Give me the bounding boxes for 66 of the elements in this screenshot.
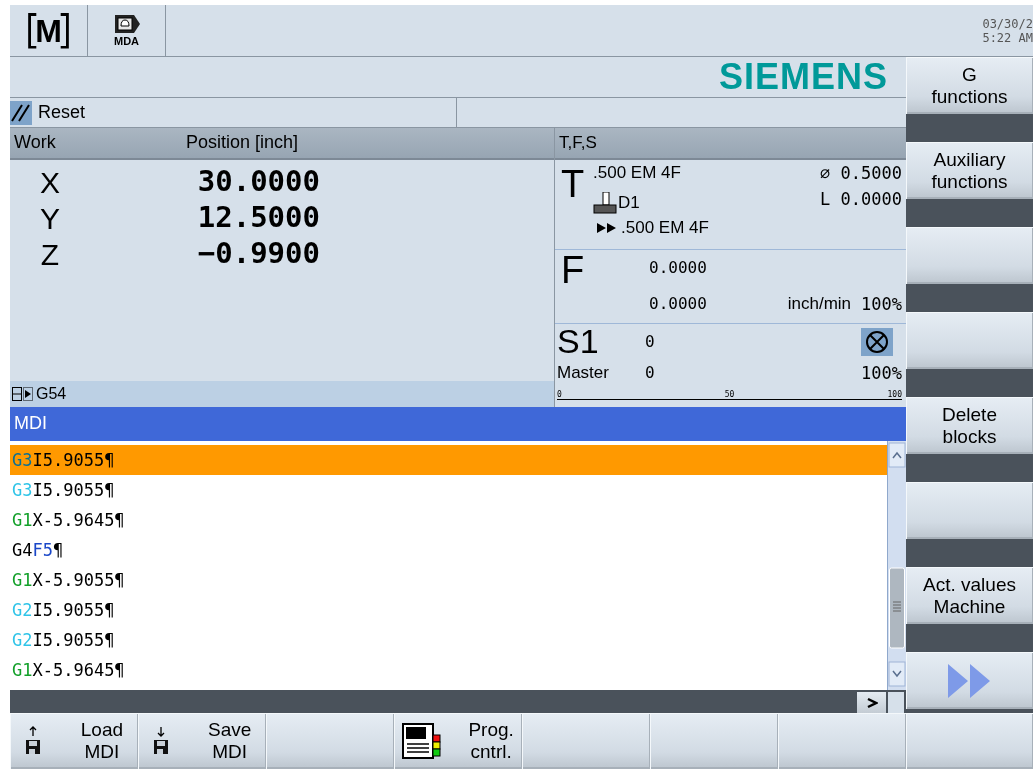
machine-area-button[interactable]: M: [10, 5, 88, 56]
empty-softkey[interactable]: [906, 312, 1033, 369]
scale-label: 0: [557, 390, 562, 399]
load-disk-icon: [24, 726, 41, 756]
softkey[interactable]: Auxiliary functions: [906, 142, 1033, 199]
code-line[interactable]: G4F5¶: [10, 535, 887, 565]
spindle-actual: 0: [645, 364, 656, 382]
next-tool-name: .500 EM 4F: [621, 218, 709, 238]
tool-edge: D1: [618, 193, 640, 213]
softkey[interactable]: Save MDI: [138, 713, 266, 769]
axis-name: Y: [40, 202, 60, 237]
scrollbar[interactable]: [887, 441, 906, 690]
empty-softkey[interactable]: [906, 482, 1033, 539]
work-offset-text: G54: [36, 385, 67, 403]
scroll-right-button[interactable]: [857, 692, 886, 713]
empty-softkey[interactable]: [906, 227, 1033, 284]
feed-letter: F: [561, 250, 586, 292]
code-line[interactable]: G3I5.9055¶: [10, 475, 887, 505]
spindle-override: 100%: [861, 363, 902, 383]
panel-title: T,F,S: [559, 133, 597, 153]
brand-logo: SIEMENS: [718, 56, 888, 98]
axis-position: 30.0000: [197, 166, 320, 200]
feed-unit: inch/min: [787, 294, 853, 314]
spindle-name: S1: [557, 323, 600, 361]
feed-override: 100%: [861, 294, 902, 314]
softkey[interactable]: Act. values Machine: [906, 567, 1033, 624]
softkey[interactable]: G functions: [906, 57, 1033, 114]
tool-letter: T: [561, 164, 586, 206]
tool-length: L 0.0000: [820, 190, 902, 211]
save-disk-icon: [152, 726, 169, 756]
scale-label: 100: [887, 390, 902, 399]
channel-state-text: Reset: [38, 102, 86, 123]
tool-name: .500 EM 4F: [593, 164, 682, 184]
more-softkey[interactable]: [906, 652, 1033, 709]
softkey[interactable]: Prog. cntrl.: [394, 713, 522, 769]
tool-diameter: ⌀ 0.5000: [820, 164, 902, 185]
code-line[interactable]: G1X-5.9645¶: [10, 655, 887, 685]
scale-label: 50: [724, 390, 735, 399]
axis-position: 12.5000: [197, 202, 320, 236]
axis-position: −0.9900: [197, 238, 320, 272]
axis-name: Z: [40, 238, 60, 273]
column-heading: Position [inch]: [186, 133, 299, 153]
spindle-speed: 0: [645, 333, 656, 351]
editor-title: MDI: [14, 414, 47, 434]
feed-setpoint: 0.0000: [649, 259, 708, 277]
softkey[interactable]: Load MDI: [10, 713, 138, 769]
work-offset-icon: [12, 387, 34, 401]
date-text: 03/30/2: [982, 16, 1033, 31]
spindle-role: Master: [557, 363, 610, 383]
axis-name: X: [40, 166, 60, 201]
reset-icon: [10, 100, 32, 125]
code-line[interactable]: G1X-5.9645¶: [10, 505, 887, 535]
panel-title: Work: [14, 133, 57, 153]
tool-edge-icon: [593, 192, 617, 214]
mda-mode-button[interactable]: MDA: [88, 5, 166, 56]
scrollbar-corner: [888, 692, 904, 713]
next-tool-icon: [597, 223, 617, 233]
code-line[interactable]: G2I5.9055¶: [10, 625, 887, 655]
chevron-right-icon: [865, 696, 878, 709]
feed-actual: 0.0000: [649, 295, 708, 313]
softkey[interactable]: Delete blocks: [906, 397, 1033, 454]
code-line[interactable]: G1X-5.9055¶: [10, 565, 887, 595]
double-arrow-icon: [947, 663, 992, 698]
code-line[interactable]: G2I5.9055¶: [10, 595, 887, 625]
program-control-icon: [402, 723, 443, 759]
time-text: 5:22 AM: [982, 30, 1033, 45]
